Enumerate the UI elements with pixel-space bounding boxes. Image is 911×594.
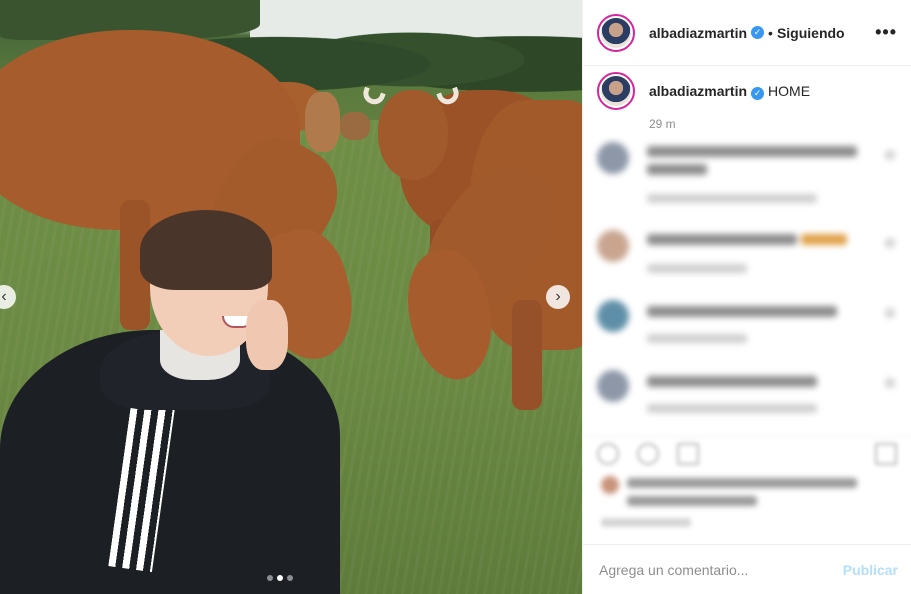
carousel-dot: [267, 575, 273, 581]
likes-text-redacted: [627, 496, 757, 506]
cow-background: [305, 92, 340, 152]
emoji-redacted: [801, 234, 847, 245]
like-icon[interactable]: [597, 443, 619, 465]
header-separator: •: [768, 24, 773, 41]
comment-blurred: [597, 142, 897, 206]
likes-redacted: [597, 472, 897, 512]
caption-body: HOME: [768, 82, 811, 99]
comment-text-redacted: [647, 164, 707, 175]
verified-badge-icon: ✓: [751, 86, 765, 100]
more-horizontal-icon[interactable]: •••: [875, 22, 897, 43]
heart-icon[interactable]: [885, 308, 895, 318]
comment-blurred: [597, 230, 897, 280]
verified-badge-icon: ✓: [751, 26, 765, 39]
comment-avatar: [597, 142, 629, 174]
caption-text: albadiazmartin ✓ HOME: [649, 83, 810, 100]
comment-avatar: [597, 230, 629, 262]
comment-meta-redacted: [647, 264, 747, 273]
likes-text-redacted: [627, 478, 857, 488]
comment-text-redacted: [647, 146, 857, 157]
chevron-right-icon[interactable]: ›: [546, 285, 570, 309]
comment-meta-redacted: [647, 194, 817, 203]
post-photo[interactable]: ‹ ›: [0, 0, 582, 594]
post-time[interactable]: 29 m: [649, 117, 911, 131]
avatar[interactable]: [597, 13, 635, 52]
heart-icon[interactable]: [885, 378, 895, 388]
carousel-dot: [287, 575, 293, 581]
heart-icon[interactable]: [885, 150, 895, 160]
comment-meta-redacted: [647, 404, 817, 413]
follow-status-button[interactable]: Siguiendo: [777, 25, 845, 41]
comment-blurred: [597, 300, 897, 350]
caption: albadiazmartin ✓ HOME: [583, 69, 911, 110]
comment-icon[interactable]: [637, 443, 659, 465]
comment-text-redacted: [647, 376, 817, 387]
liker-avatar: [601, 476, 619, 494]
comment-blurred: [597, 370, 897, 420]
comment-meta-redacted: [647, 334, 747, 343]
comment-input[interactable]: [599, 561, 843, 578]
save-icon[interactable]: [875, 443, 897, 465]
share-icon[interactable]: [677, 443, 699, 465]
comment-avatar: [597, 300, 629, 332]
caption-avatar[interactable]: [597, 72, 635, 110]
action-bar: [583, 436, 911, 468]
carousel-dot-active: [277, 575, 283, 581]
comment-avatar: [597, 370, 629, 402]
username-link[interactable]: albadiazmartin: [649, 25, 747, 41]
timestamp-redacted: [601, 518, 691, 527]
carousel-dots: [267, 575, 293, 581]
woman-hair: [140, 210, 272, 290]
avatar-image: [601, 76, 631, 106]
publish-button[interactable]: Publicar: [843, 562, 898, 578]
heart-icon[interactable]: [885, 238, 895, 248]
comment-bar: Publicar: [583, 544, 911, 594]
comment-text-redacted: [647, 234, 797, 245]
post-header: albadiazmartin ✓ • Siguiendo •••: [583, 0, 911, 66]
avatar-image: [601, 17, 631, 48]
post-sidebar: albadiazmartin ✓ • Siguiendo ••• albadia…: [582, 0, 911, 594]
cow-right-leg: [512, 300, 542, 410]
cow-horned-head: [378, 90, 448, 180]
caption-username[interactable]: albadiazmartin: [649, 83, 747, 99]
woman-hand: [246, 300, 288, 370]
comment-text-redacted: [647, 306, 837, 317]
cow-background: [340, 112, 370, 140]
